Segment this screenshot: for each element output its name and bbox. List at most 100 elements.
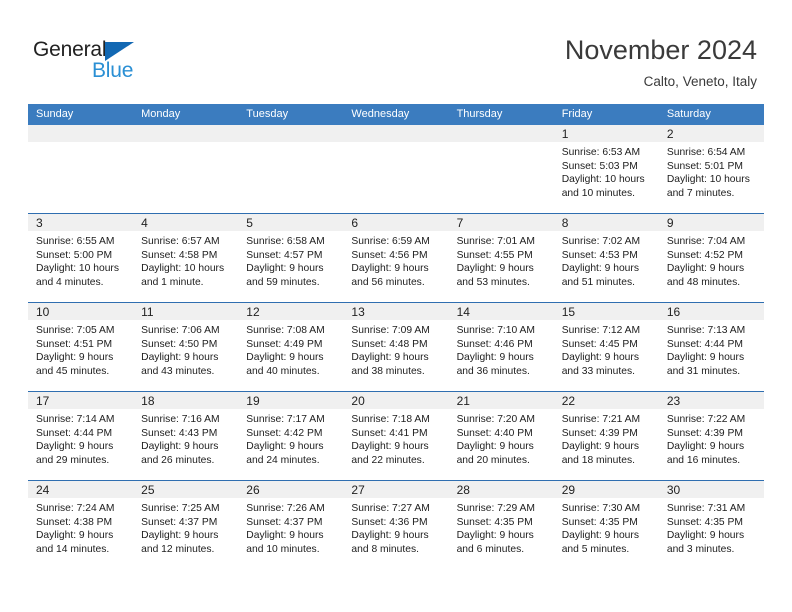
daylight-text-cont: and 16 minutes. bbox=[666, 454, 741, 466]
calendar-day-cell[interactable]: 5 Sunrise: 6:58 AM Sunset: 4:57 PM Daylight… bbox=[238, 214, 344, 302]
daylight-text-cont: and 31 minutes. bbox=[666, 365, 741, 377]
sunset-text: Sunset: 4:51 PM bbox=[36, 338, 113, 350]
calendar-day-cell[interactable]: 20 Sunrise: 7:18 AM Sunset: 4:41 PM Dayligh… bbox=[343, 392, 449, 480]
day-detail-lines: Sunrise: 7:17 AM Sunset: 4:42 PM Daylight:… bbox=[238, 409, 343, 467]
calendar-week-row: 24 Sunrise: 7:24 AM Sunset: 4:38 PM Dayligh… bbox=[28, 480, 764, 569]
sunset-text: Sunset: 4:44 PM bbox=[36, 427, 113, 439]
calendar-day-cell[interactable]: 26 Sunrise: 7:26 AM Sunset: 4:37 PM Dayligh… bbox=[238, 481, 344, 569]
daylight-text-cont: and 4 minutes. bbox=[36, 276, 104, 288]
day-number: 27 bbox=[343, 481, 449, 498]
day-detail-lines: Sunrise: 7:12 AM Sunset: 4:45 PM Daylight:… bbox=[554, 320, 659, 378]
day-detail-lines bbox=[28, 142, 133, 146]
page-subtitle: Calto, Veneto, Italy bbox=[643, 74, 757, 89]
calendar-day-cell[interactable]: 9 Sunrise: 7:04 AM Sunset: 4:52 PM Daylight… bbox=[658, 214, 764, 302]
day-number: 3 bbox=[28, 214, 134, 231]
day-number: 20 bbox=[343, 392, 449, 409]
day-number: 4 bbox=[133, 214, 239, 231]
day-number: 9 bbox=[658, 214, 764, 231]
daylight-text-cont: and 51 minutes. bbox=[561, 276, 635, 288]
daylight-text-cont: and 53 minutes. bbox=[456, 276, 530, 288]
sunset-text: Sunset: 4:37 PM bbox=[246, 516, 323, 528]
calendar-day-cell[interactable]: 11 Sunrise: 7:06 AM Sunset: 4:50 PM Dayligh… bbox=[133, 303, 239, 391]
sunrise-text: Sunrise: 6:58 AM bbox=[246, 236, 325, 247]
daylight-text: Daylight: 9 hours bbox=[246, 441, 324, 453]
calendar-day-cell[interactable]: 30 Sunrise: 7:31 AM Sunset: 4:35 PM Dayligh… bbox=[658, 481, 764, 569]
sunrise-text: Sunrise: 7:26 AM bbox=[246, 503, 325, 514]
day-number bbox=[133, 125, 239, 142]
calendar-day-cell[interactable]: 3 Sunrise: 6:55 AM Sunset: 5:00 PM Daylight… bbox=[28, 214, 134, 302]
calendar-day-cell[interactable]: 2 Sunrise: 6:54 AM Sunset: 5:01 PM Daylight… bbox=[658, 125, 764, 213]
calendar-day-cell[interactable]: 17 Sunrise: 7:14 AM Sunset: 4:44 PM Dayligh… bbox=[28, 392, 134, 480]
calendar-day-cell[interactable]: 24 Sunrise: 7:24 AM Sunset: 4:38 PM Dayligh… bbox=[28, 481, 134, 569]
calendar-day-cell[interactable]: 4 Sunrise: 6:57 AM Sunset: 4:58 PM Daylight… bbox=[133, 214, 239, 302]
daylight-text: Daylight: 9 hours bbox=[456, 263, 534, 275]
sunset-text: Sunset: 4:46 PM bbox=[456, 338, 533, 350]
day-detail-lines: Sunrise: 6:55 AM Sunset: 5:00 PM Daylight:… bbox=[28, 231, 133, 289]
calendar-day-cell[interactable]: 21 Sunrise: 7:20 AM Sunset: 4:40 PM Dayligh… bbox=[448, 392, 554, 480]
daylight-text-cont: and 10 minutes. bbox=[561, 187, 635, 199]
general-blue-logo[interactable]: General Blue bbox=[33, 38, 213, 84]
day-detail-lines: Sunrise: 7:27 AM Sunset: 4:36 PM Daylight:… bbox=[343, 498, 448, 556]
daylight-text: Daylight: 9 hours bbox=[141, 441, 219, 453]
sunset-text: Sunset: 4:39 PM bbox=[666, 427, 743, 439]
calendar-day-cell[interactable]: 10 Sunrise: 7:05 AM Sunset: 4:51 PM Dayligh… bbox=[28, 303, 134, 391]
day-number: 26 bbox=[238, 481, 344, 498]
weekday-header-friday: Friday bbox=[561, 108, 593, 120]
weekday-header-wednesday: Wednesday bbox=[351, 108, 410, 120]
calendar-weeks: 1 Sunrise: 6:53 AM Sunset: 5:03 PM Daylight… bbox=[28, 125, 764, 569]
day-number: 15 bbox=[553, 303, 659, 320]
calendar-day-cell[interactable]: 23 Sunrise: 7:22 AM Sunset: 4:39 PM Dayligh… bbox=[658, 392, 764, 480]
calendar-day-cell[interactable]: 19 Sunrise: 7:17 AM Sunset: 4:42 PM Dayligh… bbox=[238, 392, 344, 480]
daylight-text-cont: and 20 minutes. bbox=[456, 454, 530, 466]
day-detail-lines: Sunrise: 7:21 AM Sunset: 4:39 PM Daylight:… bbox=[554, 409, 659, 467]
sunrise-text: Sunrise: 7:04 AM bbox=[666, 236, 746, 247]
calendar-day-cell[interactable]: 7 Sunrise: 7:01 AM Sunset: 4:55 PM Daylight… bbox=[448, 214, 554, 302]
calendar-day-cell[interactable]: 14 Sunrise: 7:10 AM Sunset: 4:46 PM Dayligh… bbox=[448, 303, 554, 391]
calendar-day-cell[interactable]: 13 Sunrise: 7:09 AM Sunset: 4:48 PM Dayligh… bbox=[343, 303, 449, 391]
calendar-week-row: 17 Sunrise: 7:14 AM Sunset: 4:44 PM Dayligh… bbox=[28, 391, 764, 480]
calendar-day-cell[interactable]: 18 Sunrise: 7:16 AM Sunset: 4:43 PM Dayligh… bbox=[133, 392, 239, 480]
calendar-day-cell[interactable]: 22 Sunrise: 7:21 AM Sunset: 4:39 PM Dayligh… bbox=[553, 392, 659, 480]
daylight-text: Daylight: 9 hours bbox=[351, 530, 429, 542]
day-detail-lines: Sunrise: 7:01 AM Sunset: 4:55 PM Daylight:… bbox=[449, 231, 554, 289]
calendar-day-cell[interactable]: 15 Sunrise: 7:12 AM Sunset: 4:45 PM Dayligh… bbox=[553, 303, 659, 391]
day-detail-lines: Sunrise: 7:24 AM Sunset: 4:38 PM Daylight:… bbox=[28, 498, 133, 556]
day-number: 1 bbox=[553, 125, 659, 142]
sunrise-text: Sunrise: 7:08 AM bbox=[246, 325, 325, 336]
day-number: 28 bbox=[448, 481, 554, 498]
day-detail-lines: Sunrise: 6:53 AM Sunset: 5:03 PM Daylight:… bbox=[554, 142, 659, 200]
calendar-day-cell-empty bbox=[238, 125, 344, 213]
day-number: 8 bbox=[553, 214, 659, 231]
calendar-day-cell[interactable]: 27 Sunrise: 7:27 AM Sunset: 4:36 PM Dayligh… bbox=[343, 481, 449, 569]
calendar-day-cell[interactable]: 28 Sunrise: 7:29 AM Sunset: 4:35 PM Dayligh… bbox=[448, 481, 554, 569]
daylight-text: Daylight: 9 hours bbox=[36, 352, 114, 364]
calendar-day-cell[interactable]: 1 Sunrise: 6:53 AM Sunset: 5:03 PM Daylight… bbox=[553, 125, 659, 213]
daylight-text-cont: and 6 minutes. bbox=[456, 543, 525, 555]
day-detail-lines: Sunrise: 7:31 AM Sunset: 4:35 PM Daylight:… bbox=[659, 498, 764, 556]
calendar-day-cell[interactable]: 12 Sunrise: 7:08 AM Sunset: 4:49 PM Dayligh… bbox=[238, 303, 344, 391]
calendar-day-cell[interactable]: 25 Sunrise: 7:25 AM Sunset: 4:37 PM Dayligh… bbox=[133, 481, 239, 569]
sunrise-text: Sunrise: 7:05 AM bbox=[36, 325, 115, 336]
day-detail-lines: Sunrise: 7:06 AM Sunset: 4:50 PM Daylight:… bbox=[133, 320, 238, 378]
daylight-text-cont: and 48 minutes. bbox=[666, 276, 741, 288]
calendar-day-cell[interactable]: 16 Sunrise: 7:13 AM Sunset: 4:44 PM Dayligh… bbox=[658, 303, 764, 391]
daylight-text-cont: and 38 minutes. bbox=[351, 365, 425, 377]
calendar-day-cell[interactable]: 8 Sunrise: 7:02 AM Sunset: 4:53 PM Daylight… bbox=[553, 214, 659, 302]
daylight-text: Daylight: 9 hours bbox=[561, 530, 639, 542]
daylight-text-cont: and 7 minutes. bbox=[666, 187, 735, 199]
daylight-text-cont: and 14 minutes. bbox=[36, 543, 110, 555]
sunset-text: Sunset: 4:41 PM bbox=[351, 427, 428, 439]
sunset-text: Sunset: 4:35 PM bbox=[456, 516, 533, 528]
sunset-text: Sunset: 4:42 PM bbox=[246, 427, 323, 439]
calendar-day-cell[interactable]: 29 Sunrise: 7:30 AM Sunset: 4:35 PM Dayligh… bbox=[553, 481, 659, 569]
daylight-text-cont: and 18 minutes. bbox=[561, 454, 635, 466]
weekday-header-thursday: Thursday bbox=[456, 108, 503, 120]
day-detail-lines: Sunrise: 7:08 AM Sunset: 4:49 PM Daylight:… bbox=[238, 320, 343, 378]
sunrise-text: Sunrise: 7:20 AM bbox=[456, 414, 535, 425]
calendar-day-cell[interactable]: 6 Sunrise: 6:59 AM Sunset: 4:56 PM Daylight… bbox=[343, 214, 449, 302]
weekday-header-tuesday: Tuesday bbox=[246, 108, 289, 120]
day-number: 25 bbox=[133, 481, 239, 498]
sunset-text: Sunset: 4:38 PM bbox=[36, 516, 113, 528]
sunrise-text: Sunrise: 6:59 AM bbox=[351, 236, 430, 247]
daylight-text-cont: and 24 minutes. bbox=[246, 454, 320, 466]
